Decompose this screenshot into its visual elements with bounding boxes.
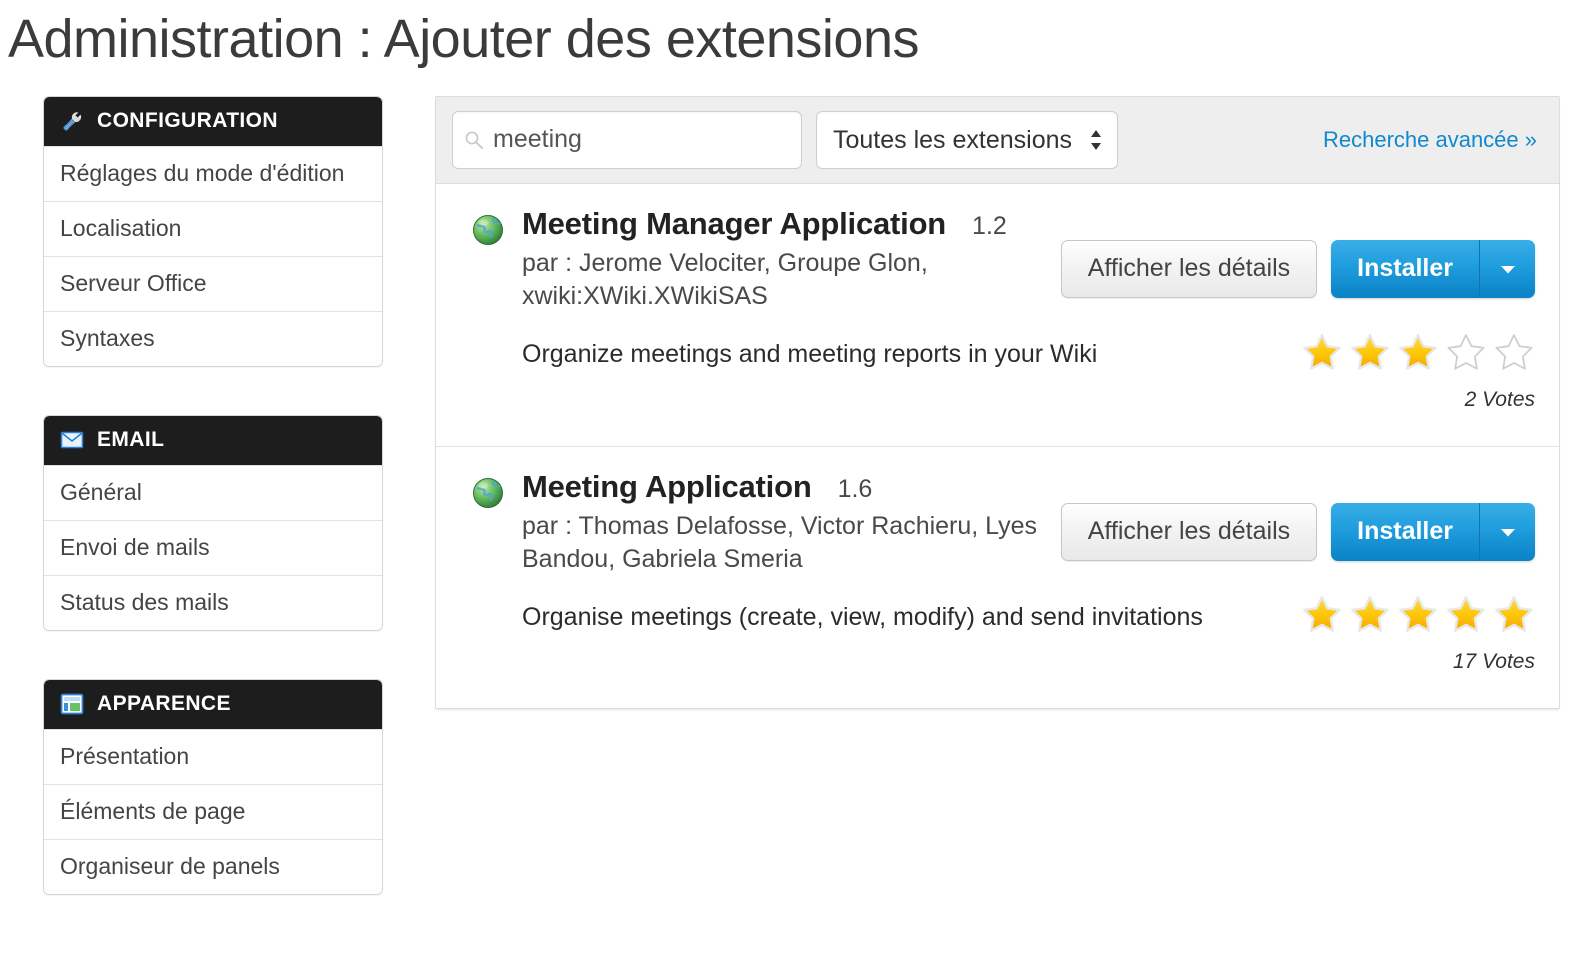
extension-rating: 2 Votes (1301, 332, 1535, 412)
extension-authors: par : Thomas Delafosse, Victor Rachieru,… (522, 511, 1038, 574)
sidebar-item-r-glages-du-mode-d-dition[interactable]: Réglages du mode d'édition (44, 145, 382, 201)
extension-name[interactable]: Meeting Manager Application (522, 206, 946, 242)
search-input[interactable] (452, 110, 802, 169)
star-empty-icon (1447, 333, 1485, 370)
page-layout: CONFIGURATION Réglages du mode d'édition L… (0, 95, 1588, 943)
sidebar-item-syntaxes[interactable]: Syntaxes (44, 310, 382, 366)
votes-count: 17 Votes (1452, 649, 1535, 673)
star-filled-icon (1399, 333, 1437, 370)
star-filled-icon (1495, 595, 1533, 632)
sidebar-group-apparence: APPARENCE Présentation Éléments de page Org… (43, 678, 383, 895)
star-filled-icon (1447, 595, 1485, 632)
extension-search-panel: Toutes les extensions Recherche avancée … (435, 95, 1560, 709)
extension-result-item: Meeting Application 1.6 par : Thomas Del… (436, 445, 1559, 708)
admin-sidebar: CONFIGURATION Réglages du mode d'édition L… (43, 95, 383, 943)
sidebar-item-localisation[interactable]: Localisation (44, 200, 382, 256)
extension-actions: Afficher les détails Installer (1060, 502, 1535, 561)
star-filled-icon (1351, 333, 1389, 370)
extension-result-item: Meeting Manager Application 1.2 par : Je… (436, 184, 1559, 446)
chevron-down-icon (1500, 265, 1515, 273)
sidebar-item-serveur-office[interactable]: Serveur Office (44, 255, 382, 311)
sidebar-group-header: CONFIGURATION (44, 96, 382, 146)
wrench-icon (63, 111, 82, 131)
sidebar-group-email: EMAIL Général Envoi de mails Status des mai… (43, 414, 383, 631)
main-content: Toutes les extensions Recherche avancée … (435, 95, 1560, 709)
chevron-down-icon (1500, 528, 1515, 536)
extension-title-line: Meeting Application 1.6 (522, 469, 1535, 505)
star-empty-icon (1495, 333, 1533, 370)
install-button[interactable]: Installer (1331, 502, 1479, 561)
search-toolbar: Toutes les extensions Recherche avancée … (436, 96, 1559, 184)
sidebar-item-l-ments-de-page[interactable]: Éléments de page (44, 783, 382, 839)
sidebar-group-header: APPARENCE (44, 679, 382, 729)
scope-select-wrapper: Toutes les extensions (816, 110, 1118, 169)
install-split-button: Installer (1331, 502, 1535, 561)
star-filled-icon (1351, 595, 1389, 632)
sidebar-item-g-n-ral[interactable]: Général (44, 464, 382, 520)
sidebar-item-pr-sentation[interactable]: Présentation (44, 728, 382, 784)
sidebar-group-title: CONFIGURATION (97, 108, 278, 132)
sidebar-group-configuration: CONFIGURATION Réglages du mode d'édition L… (43, 95, 383, 367)
page-title: Administration : Ajouter des extensions (8, 9, 920, 69)
extension-actions: Afficher les détails Installer (1060, 239, 1535, 298)
search-field-wrapper (452, 110, 802, 169)
extension-results-list: Meeting Manager Application 1.2 par : Je… (436, 184, 1559, 708)
star-rating[interactable] (1301, 332, 1535, 372)
globe-icon (473, 477, 503, 508)
star-filled-icon (1303, 333, 1341, 370)
globe-icon (473, 214, 503, 245)
extension-version: 1.6 (837, 474, 873, 503)
extension-name[interactable]: Meeting Application (522, 469, 812, 505)
sidebar-group-header: EMAIL (44, 415, 382, 465)
install-split-button: Installer (1331, 239, 1535, 298)
envelope-icon (60, 431, 84, 448)
show-details-button[interactable]: Afficher les détails (1060, 502, 1318, 561)
sidebar-item-envoi-de-mails[interactable]: Envoi de mails (44, 519, 382, 575)
star-filled-icon (1303, 595, 1341, 632)
star-filled-icon (1399, 595, 1437, 632)
extension-scope-select[interactable]: Toutes les extensions (816, 110, 1118, 169)
extension-title-line: Meeting Manager Application 1.2 (522, 206, 1535, 242)
sidebar-group-title: EMAIL (97, 427, 165, 451)
install-dropdown-toggle[interactable] (1479, 239, 1535, 298)
extension-version: 1.2 (972, 211, 1007, 240)
install-button[interactable]: Installer (1331, 239, 1479, 298)
extension-authors: par : Jerome Velociter, Groupe Glon, xwi… (522, 248, 928, 311)
sidebar-group-title: APPARENCE (97, 691, 231, 715)
votes-count: 2 Votes (1464, 387, 1535, 411)
star-rating[interactable] (1301, 594, 1535, 634)
sidebar-item-status-des-mails[interactable]: Status des mails (44, 574, 382, 630)
sidebar-item-organiseur-de-panels[interactable]: Organiseur de panels (44, 838, 382, 894)
layout-icon (60, 693, 84, 714)
advanced-search-link[interactable]: Recherche avancée » (1323, 127, 1543, 153)
show-details-button[interactable]: Afficher les détails (1060, 239, 1318, 298)
extension-rating: 17 Votes (1301, 594, 1535, 674)
install-dropdown-toggle[interactable] (1479, 502, 1535, 561)
